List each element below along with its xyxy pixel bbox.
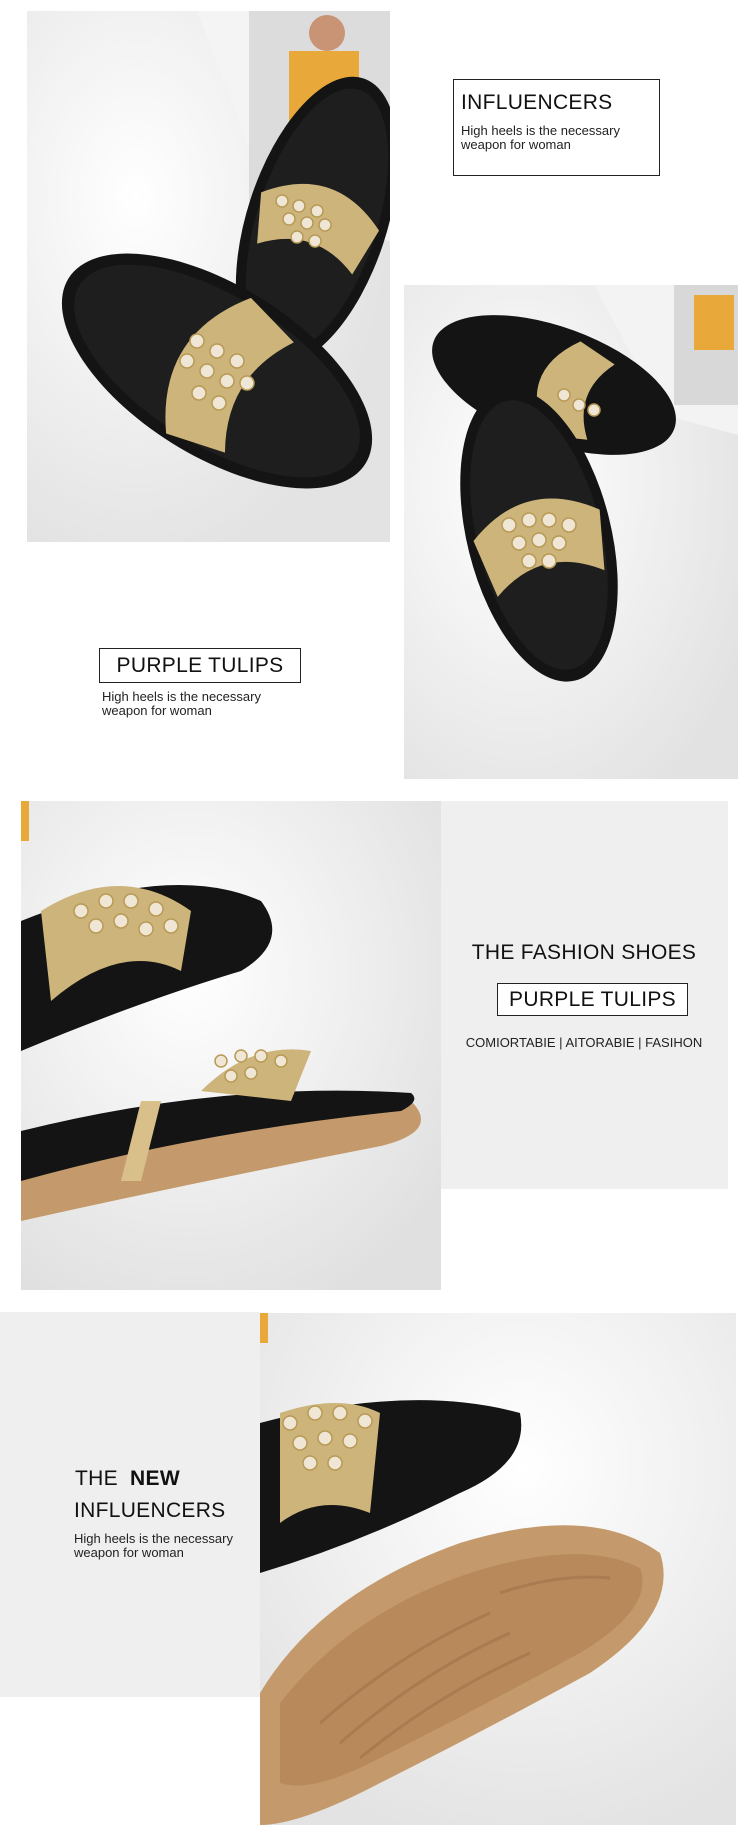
purple-tulips-subtitle-line-1: High heels is the necessary (102, 689, 261, 704)
influencers-subtitle-line-1: High heels is the necessary (461, 123, 620, 138)
influencers-card: INFLUENCERS High heels is the necessary … (453, 79, 660, 176)
influencers-title: INFLUENCERS (461, 91, 613, 114)
fashion-purple-tulips-label: PURPLE TULIPS (509, 988, 676, 1011)
new-influencers-new: NEW (130, 1467, 180, 1490)
product-photo-top-view (27, 11, 390, 542)
new-influencers-heading-line-1: THE NEW (75, 1467, 180, 1491)
fashion-shoes-heading: THE FASHION SHOES (471, 941, 697, 964)
influencers-subtitle-line-2: weapon for woman (461, 137, 571, 152)
fashion-purple-tulips-box: PURPLE TULIPS (497, 983, 688, 1016)
fashion-tagline: COMIORTABIE | AITORABIE | FASIHON (465, 1035, 703, 1050)
purple-tulips-label-box: PURPLE TULIPS (99, 648, 301, 683)
purple-tulips-subtitle-line-2: weapon for woman (102, 703, 212, 718)
product-photo-sole-view (260, 1313, 736, 1825)
new-influencers-heading-line-2: INFLUENCERS (74, 1499, 226, 1522)
product-photo-side-view (21, 801, 441, 1290)
product-photo-pair-view (404, 285, 738, 779)
new-influencers-subtitle-line-1: High heels is the necessary (74, 1531, 233, 1546)
purple-tulips-title: PURPLE TULIPS (116, 654, 284, 677)
new-influencers-subtitle-line-2: weapon for woman (74, 1545, 184, 1560)
new-influencers-the: THE (75, 1467, 118, 1490)
